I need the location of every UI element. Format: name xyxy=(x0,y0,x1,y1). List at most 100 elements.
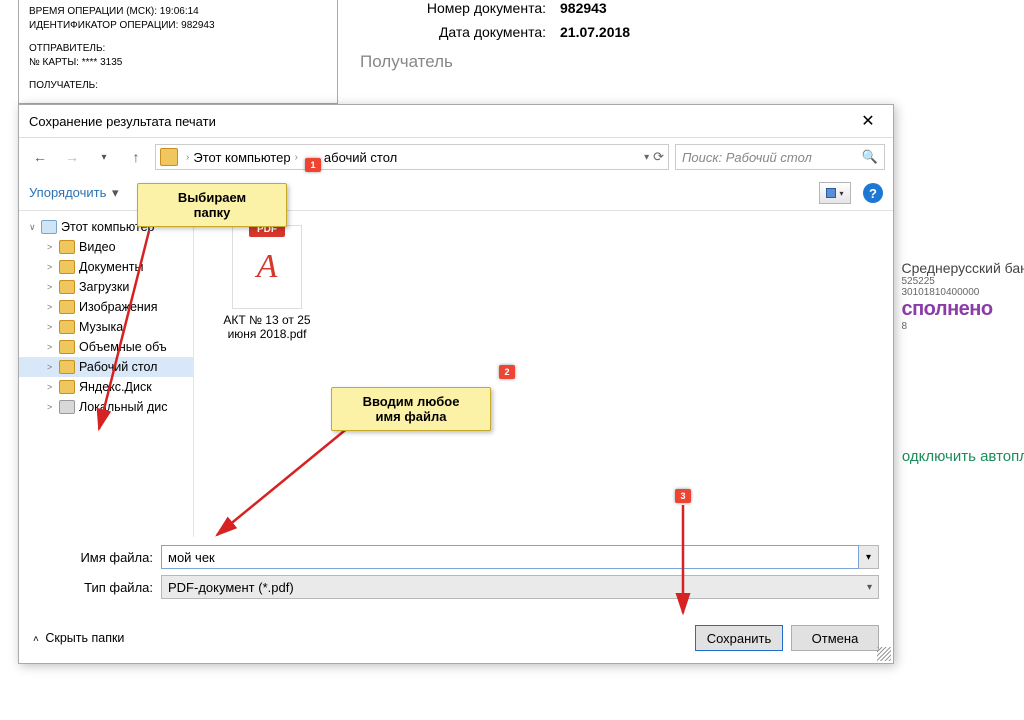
tree-caret-icon[interactable]: > xyxy=(47,282,59,292)
breadcrumb-root[interactable]: Этот компьютер xyxy=(193,150,290,165)
tree-item-label: Видео xyxy=(79,240,116,254)
filetype-select[interactable]: PDF-документ (*.pdf) ▾ xyxy=(161,575,879,599)
tree-item-label: Объемные объ xyxy=(79,340,167,354)
tree-caret-icon[interactable]: > xyxy=(47,362,59,372)
receipt-snippet-left: ВРЕМЯ ОПЕРАЦИИ (МСК): 19:06:14 ИДЕНТИФИК… xyxy=(18,0,338,104)
folder-icon xyxy=(59,300,75,314)
doc-number-label: Номер документа: xyxy=(360,0,560,16)
resize-grip-icon[interactable] xyxy=(877,647,891,661)
search-placeholder: Поиск: Рабочий стол xyxy=(682,150,812,165)
tree-item-label: Документы xyxy=(79,260,143,274)
help-icon[interactable]: ? xyxy=(863,183,883,203)
search-icon: 🔍 xyxy=(862,149,878,165)
chevron-right-icon: › xyxy=(186,152,189,163)
tree-item-label: Изображения xyxy=(79,300,158,314)
tree-caret-icon[interactable]: > xyxy=(47,402,59,412)
callout2-line2: имя файла xyxy=(342,409,480,424)
dialog-title: Сохранение результата печати xyxy=(29,114,216,129)
filename-input[interactable] xyxy=(161,545,859,569)
save-button-label: Сохранить xyxy=(707,631,772,646)
cancel-button[interactable]: Отмена xyxy=(791,625,879,651)
back-button[interactable]: ← xyxy=(27,144,53,170)
up-button[interactable]: ↑ xyxy=(123,144,149,170)
filename-dropdown[interactable]: ▾ xyxy=(859,545,879,569)
view-mode-button[interactable] xyxy=(819,182,851,204)
tree-item-5[interactable]: >Музыка xyxy=(19,317,193,337)
tree-caret-icon[interactable]: > xyxy=(47,262,59,272)
tree-item-label: Загрузки xyxy=(79,280,129,294)
forward-button[interactable]: → xyxy=(59,144,85,170)
folder-icon xyxy=(59,280,75,294)
search-input[interactable]: Поиск: Рабочий стол 🔍 xyxy=(675,144,885,170)
dialog-footer: ˄ Скрыть папки Сохранить Отмена xyxy=(19,617,893,663)
file-name-line2: июня 2018.pdf xyxy=(212,327,322,341)
tree-item-3[interactable]: > Загрузки xyxy=(19,277,193,297)
card-label: № КАРТЫ: **** 3135 xyxy=(29,56,327,70)
step-badge-1: 1 xyxy=(305,158,321,172)
callout-enter-filename: Вводим любое имя файла xyxy=(331,387,491,431)
tree-item-4[interactable]: > Изображения xyxy=(19,297,193,317)
bank-name: Среднерусский банк xyxy=(901,260,1024,276)
nav-row: ← → ▾ ↑ › Этот компьютер › абочий стол ▾… xyxy=(19,138,893,176)
chevron-down-icon: ▾ xyxy=(867,582,872,593)
hide-folders-link[interactable]: ˄ Скрыть папки xyxy=(33,631,124,645)
address-bar[interactable]: › Этот компьютер › абочий стол ▾ ⟳ xyxy=(155,144,669,170)
cancel-button-label: Отмена xyxy=(812,631,859,646)
folder-icon xyxy=(59,360,75,374)
chevron-up-icon: ˄ xyxy=(33,634,39,645)
organize-menu[interactable]: Упорядочить ▾ xyxy=(29,185,119,201)
chevron-right-icon: › xyxy=(295,152,298,163)
tree-caret-icon[interactable]: > xyxy=(47,242,59,252)
computer-icon xyxy=(41,220,57,234)
tree-item-7[interactable]: > Рабочий стол xyxy=(19,357,193,377)
breadcrumb-current[interactable]: абочий стол xyxy=(324,150,397,165)
filetype-label: Тип файла: xyxy=(33,580,161,595)
recent-dropdown[interactable]: ▾ xyxy=(91,144,117,170)
disk-icon xyxy=(59,400,75,414)
bank-stamp: Среднерусский банк 525225 30101810400000… xyxy=(901,260,1024,332)
tree-item-9[interactable]: > Локальный дис xyxy=(19,397,193,417)
step-badge-3: 3 xyxy=(675,489,691,503)
tree-item-label: Яндекс.Диск xyxy=(79,380,152,394)
filename-label: Имя файла: xyxy=(33,550,161,565)
tree-item-label: Локальный дис xyxy=(79,400,168,414)
auto-payment-link[interactable]: одключить автопл xyxy=(902,448,1024,465)
doc-number-value: 982943 xyxy=(560,0,607,16)
file-pane[interactable]: PDF A АКТ № 13 от 25 июня 2018.pdf xyxy=(194,211,893,537)
tree-item-1[interactable]: > Видео xyxy=(19,237,193,257)
filetype-value: PDF-документ (*.pdf) xyxy=(168,580,294,595)
tree-item-6[interactable]: > Объемные объ xyxy=(19,337,193,357)
tree-caret-icon[interactable]: > xyxy=(47,322,59,332)
tree-item-8[interactable]: > Яндекс.Диск xyxy=(19,377,193,397)
folder-icon xyxy=(59,320,75,334)
callout-select-folder: Выбираем папку xyxy=(137,183,287,227)
callout2-line1: Вводим любое xyxy=(342,394,480,409)
callout1-line1: Выбираем xyxy=(148,190,276,205)
tree-item-label: Рабочий стол xyxy=(79,360,157,374)
pdf-glyph: A xyxy=(257,248,278,286)
folder-icon xyxy=(160,148,178,166)
file-item[interactable]: PDF A АКТ № 13 от 25 июня 2018.pdf xyxy=(212,225,322,342)
chevron-down-icon[interactable]: ▾ xyxy=(644,152,649,163)
folder-icon xyxy=(59,340,75,354)
folder-tree: ∨Этот компьютер>Видео>Документы>Загрузки… xyxy=(19,211,194,537)
receipt-snippet-right: Номер документа: 982943 Дата документа: … xyxy=(360,0,1024,72)
folder-icon xyxy=(59,380,75,394)
status-stamp: сполнено xyxy=(901,298,1024,321)
tree-caret-icon[interactable]: ∨ xyxy=(29,222,41,233)
tree-caret-icon[interactable]: > xyxy=(47,342,59,352)
refresh-icon[interactable]: ⟳ xyxy=(653,149,664,165)
hide-folders-label: Скрыть папки xyxy=(45,631,124,645)
folder-icon xyxy=(59,260,75,274)
tree-caret-icon[interactable]: > xyxy=(47,382,59,392)
code: 8 xyxy=(901,321,1024,332)
recipient-label: ПОЛУЧАТЕЛЬ: xyxy=(29,79,327,93)
tree-caret-icon[interactable]: > xyxy=(47,302,59,312)
tree-item-2[interactable]: > Документы xyxy=(19,257,193,277)
save-dialog: Сохранение результата печати ✕ ← → ▾ ↑ ›… xyxy=(18,104,894,664)
doc-date-value: 21.07.2018 xyxy=(560,24,630,40)
acct: 30101810400000 xyxy=(901,287,1024,298)
filename-section: Имя файла: ▾ Тип файла: PDF-документ (*.… xyxy=(19,537,893,617)
close-icon[interactable]: ✕ xyxy=(853,111,883,131)
save-button[interactable]: Сохранить xyxy=(695,625,783,651)
